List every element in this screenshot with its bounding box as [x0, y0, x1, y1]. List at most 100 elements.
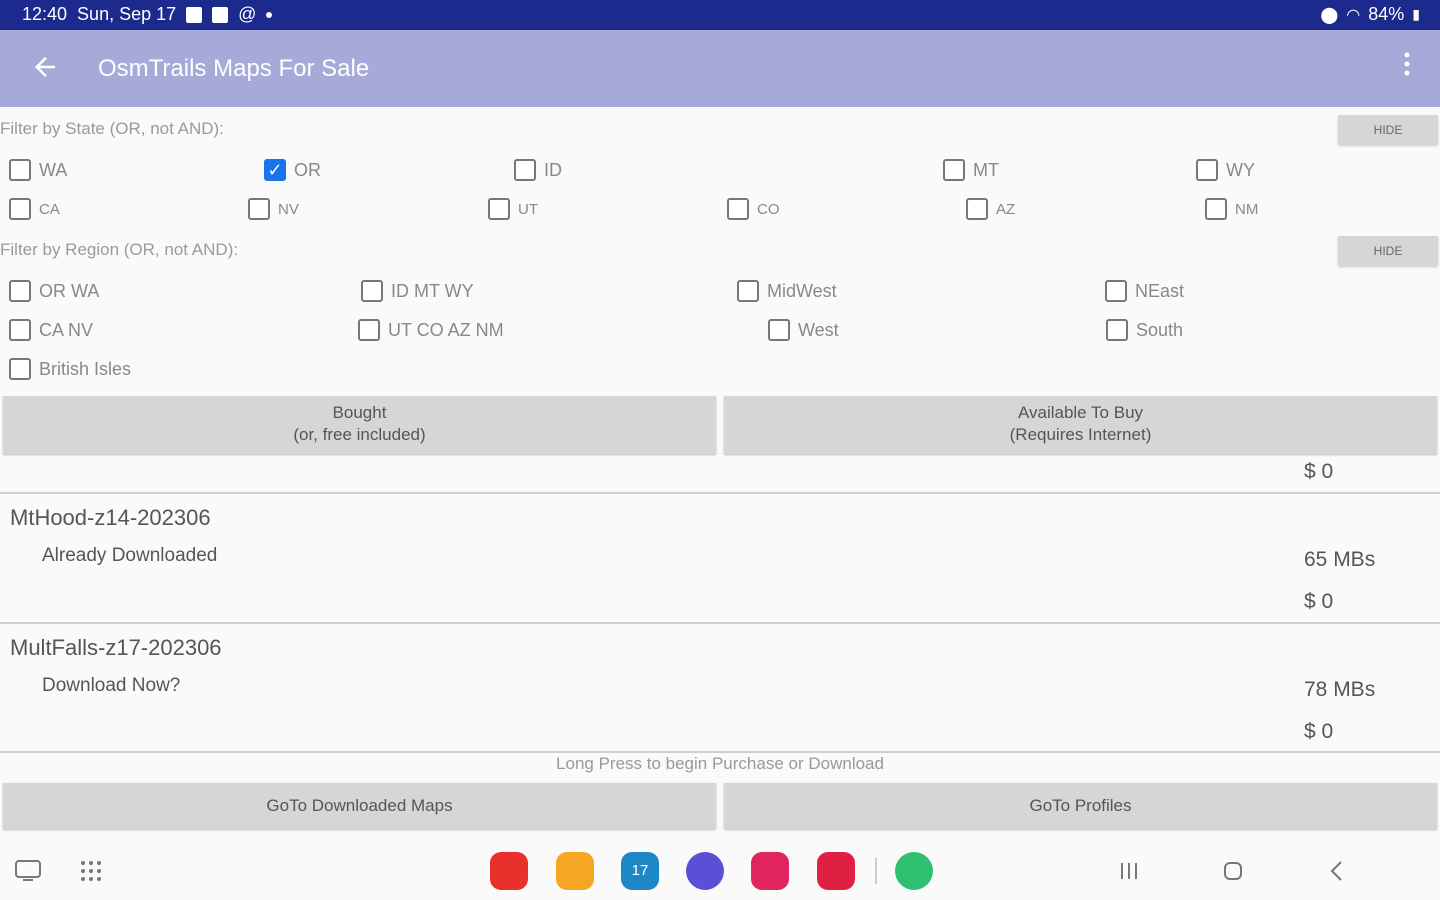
map-size: 78 MBs [1304, 678, 1376, 701]
checkbox-label: WA [39, 159, 68, 180]
bought-tab-line1: Bought [332, 403, 387, 422]
checkbox-box[interactable] [966, 198, 988, 220]
checkbox-label: CA [39, 200, 60, 218]
browser-app-icon[interactable] [686, 852, 724, 890]
checkbox-label: UT [518, 200, 538, 218]
home-icon[interactable] [1222, 860, 1244, 887]
region-checkbox-id-mt-wy[interactable]: ID MT WY [361, 280, 474, 302]
app-grid-icon[interactable] [80, 860, 102, 887]
screen-recorder-app-icon[interactable] [817, 852, 855, 890]
state-checkbox-co[interactable]: CO [727, 198, 780, 220]
gallery-app-icon[interactable] [751, 852, 789, 890]
status-time: 12:40 [22, 4, 68, 24]
checkbox-label: WY [1226, 159, 1255, 180]
state-checkbox-mt[interactable]: MT [943, 159, 999, 181]
state-checkbox-nm[interactable]: NM [1205, 198, 1258, 220]
region-checkbox-or-wa[interactable]: OR WA [9, 280, 99, 302]
bought-tab-button[interactable]: Bought (or, free included) [3, 396, 716, 454]
dot-icon [266, 11, 273, 18]
checkbox-box[interactable] [1106, 319, 1128, 341]
state-filter-label: Filter by State (OR, not AND): [0, 119, 224, 138]
checkbox-box[interactable] [9, 159, 31, 181]
goto-downloaded-maps-button[interactable]: GoTo Downloaded Maps [3, 783, 716, 829]
checkbox-box[interactable] [737, 280, 759, 302]
recent-apps-icon[interactable] [1118, 860, 1140, 887]
map-status: Already Downloaded [42, 545, 218, 566]
checkbox-label: UT CO AZ NM [388, 319, 504, 340]
battery-text: 84% [1368, 4, 1405, 24]
image-icon [186, 6, 203, 23]
region-checkbox-south[interactable]: South [1106, 319, 1183, 341]
region-checkbox-midwest[interactable]: MidWest [737, 280, 837, 302]
state-checkbox-wa[interactable]: WA [9, 159, 67, 181]
checkbox-box[interactable] [9, 358, 31, 380]
checkbox-label: AZ [996, 200, 1016, 218]
wifi-icon: ◠ [1346, 6, 1361, 24]
checkbox-label: South [1136, 319, 1184, 340]
region-checkbox-west[interactable]: West [768, 319, 839, 341]
region-checkbox-british-isles[interactable]: British Isles [9, 358, 131, 380]
available-tab-button[interactable]: Available To Buy (Requires Internet) [724, 396, 1437, 454]
checkbox-box[interactable] [358, 319, 380, 341]
checkbox-label: OR WA [39, 280, 100, 301]
checkbox-box[interactable] [1196, 159, 1218, 181]
state-checkbox-nv[interactable]: NV [248, 198, 299, 220]
arrow-back-icon[interactable] [30, 52, 60, 82]
state-checkbox-az[interactable]: AZ [966, 198, 1015, 220]
battery-icon: ▮ [1412, 6, 1420, 22]
navigation-bar: 17 [0, 840, 1440, 900]
checkbox-box[interactable] [1105, 280, 1127, 302]
checkbox-box[interactable] [768, 319, 790, 341]
map-list[interactable]: $ 0 MtHood-z14-202306 Already Downloaded… [0, 458, 1440, 754]
status-bar: 12:40 Sun, Sep 17 @ ⬤ ◠ 84% ▮ [0, 0, 1440, 30]
map-name: MultFalls-z17-202306 [10, 635, 222, 660]
checkbox-box[interactable] [1205, 198, 1227, 220]
files-app-icon[interactable] [556, 852, 594, 890]
region-checkbox-ca-nv[interactable]: CA NV [9, 319, 93, 341]
back-nav-icon[interactable] [1326, 859, 1348, 888]
hide-region-button[interactable]: HIDE [1338, 236, 1438, 266]
divider [0, 751, 1440, 753]
checkbox-box[interactable] [361, 280, 383, 302]
state-checkbox-or[interactable]: ✓ OR [264, 159, 321, 181]
calendar-app-icon[interactable]: 17 [621, 852, 659, 890]
checkbox-box[interactable] [9, 198, 31, 220]
available-tab-line1: Available To Buy [1017, 403, 1144, 422]
region-filter-label: Filter by Region (OR, not AND): [0, 240, 239, 259]
checkbox-label: ID MT WY [391, 280, 474, 301]
long-press-hint: Long Press to begin Purchase or Download [556, 754, 884, 773]
hide-state-button[interactable]: HIDE [1338, 115, 1438, 145]
divider [0, 492, 1440, 494]
keyboard-icon[interactable] [14, 858, 42, 889]
status-left: 12:40 Sun, Sep 17 @ [22, 4, 273, 25]
region-checkbox-neast[interactable]: NEast [1105, 280, 1184, 302]
checkbox-box[interactable] [9, 280, 31, 302]
map-price: $ 0 [1304, 720, 1334, 743]
checkbox-label: West [798, 319, 839, 340]
state-checkbox-ut[interactable]: UT [488, 198, 538, 220]
state-checkbox-wy[interactable]: WY [1196, 159, 1255, 181]
checkbox-box[interactable] [943, 159, 965, 181]
checkbox-label: ID [544, 159, 562, 180]
check-icon[interactable]: ✓ [264, 159, 286, 181]
map-status: Download Now? [42, 675, 181, 696]
divider [0, 622, 1440, 624]
map-name: MtHood-z14-202306 [10, 505, 211, 530]
checkbox-box[interactable] [248, 198, 270, 220]
status-date: Sun, Sep 17 [77, 4, 177, 24]
checkbox-box[interactable] [488, 198, 510, 220]
state-checkbox-id[interactable]: ID [514, 159, 562, 181]
checkbox-box[interactable] [727, 198, 749, 220]
checkbox-label: NEast [1135, 280, 1185, 301]
bought-tab-line2: (or, free included) [293, 425, 426, 444]
checkbox-box[interactable] [514, 159, 536, 181]
goto-profiles-button[interactable]: GoTo Profiles [724, 783, 1437, 829]
region-checkbox-ut-co-az-nm[interactable]: UT CO AZ NM [358, 319, 504, 341]
notes-app-icon[interactable] [490, 852, 528, 890]
more-vert-icon[interactable] [1402, 50, 1412, 86]
state-checkbox-ca[interactable]: CA [9, 198, 60, 220]
map-size: 65 MBs [1304, 548, 1376, 571]
checkbox-box[interactable] [9, 319, 31, 341]
android-app-icon[interactable] [895, 852, 933, 890]
dock-divider [875, 858, 877, 884]
